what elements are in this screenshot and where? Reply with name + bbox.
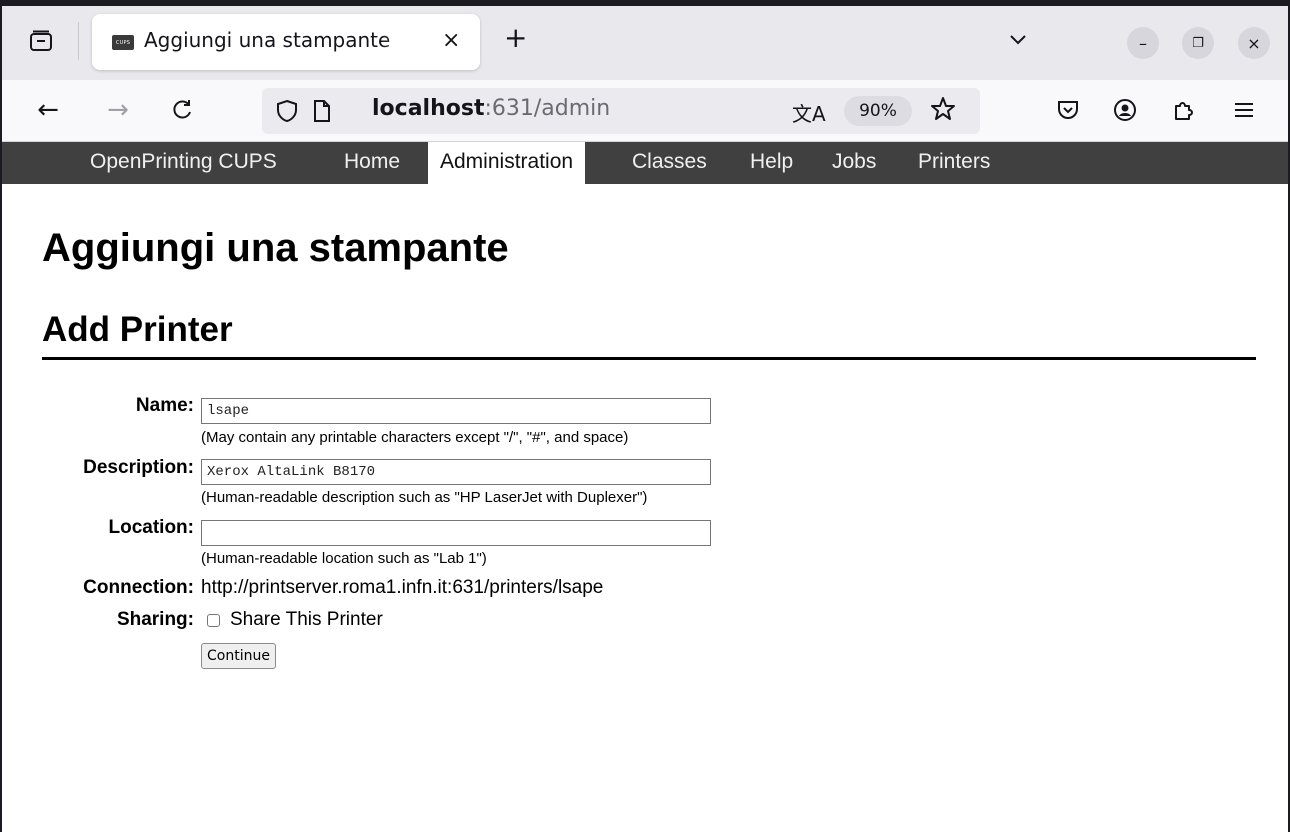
- section-title: Add Printer: [42, 310, 233, 349]
- chevron-down-icon[interactable]: [1005, 26, 1031, 52]
- name-label: Name:: [135, 395, 194, 416]
- nav-jobs[interactable]: Jobs: [820, 142, 888, 184]
- reload-icon[interactable]: [164, 92, 200, 128]
- nav-help[interactable]: Help: [738, 142, 805, 184]
- tab-separator: [78, 22, 79, 60]
- share-printer-option[interactable]: Share This Printer: [207, 609, 383, 631]
- back-icon[interactable]: ←: [30, 92, 66, 128]
- navigation-toolbar: ← → localhost:631/admin 文A 90%: [2, 80, 1288, 142]
- connection-value: http://printserver.roma1.infn.it:631/pri…: [201, 577, 604, 598]
- cups-favicon-icon: CUPS: [112, 35, 134, 50]
- page-title: Aggiungi una stampante: [42, 226, 509, 270]
- tab-list-icon[interactable]: [26, 26, 56, 56]
- description-field[interactable]: [201, 459, 711, 485]
- minimize-button[interactable]: –: [1127, 27, 1159, 59]
- page-info-icon[interactable]: [312, 99, 332, 123]
- url-text[interactable]: localhost:631/admin: [372, 96, 610, 121]
- url-path: :631/admin: [484, 96, 611, 121]
- translate-icon[interactable]: 文A: [792, 98, 826, 127]
- description-label: Description:: [83, 457, 194, 478]
- continue-button[interactable]: Continue: [201, 643, 276, 669]
- star-bookmark-icon[interactable]: [930, 96, 956, 122]
- extensions-icon[interactable]: [1166, 92, 1202, 128]
- location-field[interactable]: [201, 520, 711, 546]
- sharing-label: Sharing:: [116, 609, 194, 630]
- zoom-level-button[interactable]: 90%: [844, 96, 912, 126]
- share-printer-checkbox[interactable]: [207, 613, 220, 627]
- browser-window: CUPS Aggiungi una stampante × + – ❐ × ← …: [0, 0, 1290, 832]
- pocket-icon[interactable]: [1050, 92, 1086, 128]
- forward-icon[interactable]: →: [100, 92, 136, 128]
- menu-icon[interactable]: [1226, 92, 1262, 128]
- connection-label: Connection:: [83, 577, 194, 598]
- nav-printers[interactable]: Printers: [906, 142, 1002, 184]
- active-tab[interactable]: CUPS Aggiungi una stampante ×: [92, 14, 480, 70]
- heading-rule: [42, 357, 1256, 360]
- location-hint: (Human-readable location such as "Lab 1"…: [201, 550, 487, 567]
- nav-openprinting-cups[interactable]: OpenPrinting CUPS: [78, 142, 289, 184]
- account-icon[interactable]: [1107, 92, 1143, 128]
- nav-administration[interactable]: Administration: [428, 142, 586, 184]
- nav-classes[interactable]: Classes: [620, 142, 719, 184]
- tab-strip: CUPS Aggiungi una stampante × + – ❐ ×: [2, 6, 1288, 80]
- share-printer-label: Share This Printer: [230, 609, 383, 630]
- location-label: Location:: [108, 517, 195, 538]
- restore-button[interactable]: ❐: [1182, 27, 1214, 59]
- new-tab-icon[interactable]: +: [504, 22, 527, 54]
- name-hint: (May contain any printable characters ex…: [201, 429, 629, 446]
- description-hint: (Human-readable description such as "HP …: [201, 489, 648, 506]
- shield-icon[interactable]: [276, 99, 298, 123]
- cups-navbar: OpenPrinting CUPS Home Administration Cl…: [2, 142, 1288, 184]
- page-content: OpenPrinting CUPS Home Administration Cl…: [2, 142, 1288, 832]
- close-window-button[interactable]: ×: [1238, 27, 1270, 59]
- name-field[interactable]: [201, 398, 711, 424]
- url-host: localhost: [372, 96, 485, 121]
- url-bar[interactable]: localhost:631/admin 文A 90%: [262, 88, 980, 134]
- tab-close-icon[interactable]: ×: [442, 28, 460, 53]
- tab-title: Aggiungi una stampante: [144, 28, 391, 52]
- nav-home[interactable]: Home: [332, 142, 412, 184]
